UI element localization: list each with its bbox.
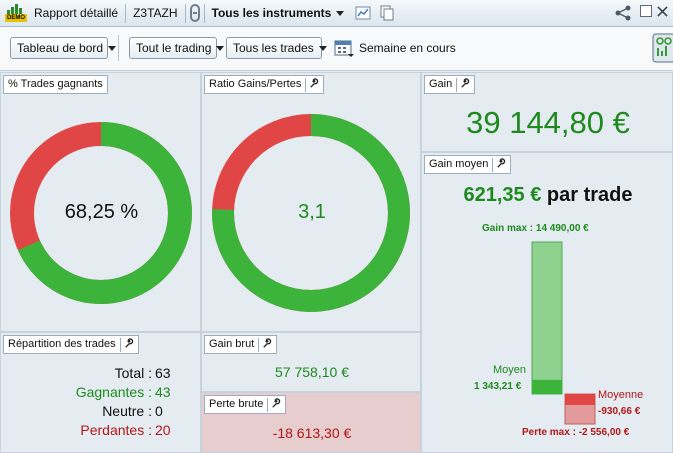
avg-gain-title-label: Gain moyen — [429, 158, 489, 170]
dashboard-dropdown[interactable]: Tableau de bord — [10, 37, 117, 59]
avg-loss-label: Moyenne — [598, 389, 644, 401]
gross-loss-panel: Perte brute -18 613,30 € — [201, 392, 421, 453]
total-label: Total : — [114, 365, 152, 381]
wrench-icon[interactable] — [119, 337, 134, 352]
close-button[interactable] — [657, 6, 668, 17]
gain-title: Gain — [424, 75, 476, 94]
winning-value: 43 — [155, 384, 171, 400]
average-gain-bar-chart — [531, 241, 596, 425]
distribution-title: Répartition des trades — [3, 335, 139, 354]
wrench-icon[interactable] — [456, 77, 470, 92]
chart-image-icon[interactable] — [355, 5, 371, 21]
chevron-down-icon — [336, 11, 345, 17]
winning-label: Gagnantes : — [75, 384, 152, 400]
average-win-bar — [532, 379, 562, 394]
report-settings-icon[interactable] — [652, 32, 673, 64]
share-icon[interactable] — [614, 4, 632, 22]
gain-value: 39 144,80 € — [466, 105, 630, 140]
neutral-label: Neutre : — [102, 403, 152, 419]
demo-badge-label: DEMO — [5, 14, 27, 22]
trading-filter-dropdown[interactable]: Tout le trading — [129, 37, 225, 59]
win-rate-title: % Trades gagnants — [3, 75, 108, 94]
maximize-button[interactable] — [640, 5, 652, 17]
distribution-title-label: Répartition des trades — [8, 338, 116, 350]
dashboard-dropdown-label: Tableau de bord — [17, 41, 104, 55]
account-id: Z3TAZH — [133, 6, 178, 20]
average-gain-panel: Gain moyen 621,35 € par trade Gain max :… — [421, 152, 673, 453]
avg-gain-headline: 621,35 € par trade — [422, 184, 673, 207]
gross-gain-panel: Gain brut 57 758,10 € — [201, 332, 421, 392]
chevron-down-icon — [318, 46, 327, 52]
gross-gain-value: 57 758,10 € — [275, 364, 349, 380]
separator — [184, 3, 186, 23]
ratio-value: 3,1 — [298, 201, 326, 223]
report-title: Rapport détaillé — [34, 6, 119, 20]
loss-max-label: Perte max : -2 556,00 € — [522, 427, 630, 438]
trades-filter-dropdown[interactable]: Tous les trades — [226, 37, 327, 59]
ratio-title: Ratio Gains/Pertes — [204, 75, 325, 94]
chevron-down-icon — [216, 46, 225, 52]
gain-max-label: Gain max : 14 490,00 € — [482, 223, 589, 234]
gain-title-label: Gain — [429, 78, 453, 90]
ratio-title-label: Ratio Gains/Pertes — [209, 78, 302, 90]
wrench-icon[interactable] — [267, 397, 281, 412]
wrench-icon[interactable] — [492, 157, 506, 172]
losing-label: Perdantes : — [80, 422, 152, 438]
gain-max-bar — [531, 241, 563, 395]
demo-badge-icon: DEMO — [5, 4, 27, 22]
link-icon[interactable] — [189, 4, 200, 22]
avg-win-label: Moyen — [493, 364, 527, 376]
calendar-icon[interactable] — [334, 38, 354, 58]
gross-gain-title: Gain brut — [204, 335, 278, 354]
instruments-selector-label: Tous les instruments — [211, 6, 332, 20]
chevron-down-icon — [108, 46, 117, 52]
gross-loss-title: Perte brute — [204, 395, 287, 414]
avg-loss-value: -930,66 € — [598, 406, 641, 417]
avg-gain-value: 621,35 € — [463, 184, 542, 206]
gross-loss-value: -18 613,30 € — [272, 425, 352, 441]
trades-filter-label: Tous les trades — [233, 41, 314, 55]
win-rate-title-label: % Trades gagnants — [8, 78, 103, 90]
gross-loss-title-label: Perte brute — [209, 398, 264, 410]
trade-distribution-panel: Répartition des trades Total : 63 Gagnan… — [0, 332, 201, 453]
total-value: 63 — [155, 365, 171, 381]
wrench-icon[interactable] — [258, 337, 272, 352]
win-rate-value: 68,25 % — [64, 201, 139, 223]
period-label[interactable]: Semaine en cours — [359, 41, 456, 55]
win-rate-panel: % Trades gagnants 68,25 % — [0, 72, 201, 332]
avg-gain-suffix: par trade — [546, 184, 633, 206]
avg-gain-title: Gain moyen — [424, 155, 512, 174]
title-bar: DEMO Rapport détaillé Z3TAZH Tous les in… — [0, 0, 673, 27]
copy-icon[interactable] — [379, 5, 395, 21]
average-loss-bar — [565, 394, 595, 405]
wrench-icon[interactable] — [305, 77, 319, 92]
toolbar-separator — [118, 35, 119, 61]
win-loss-ratio-panel: Ratio Gains/Pertes 3,1 — [201, 72, 421, 332]
gain-panel: Gain 39 144,80 € — [421, 72, 673, 152]
toolbar: Tableau de bord Tout le trading Tous les… — [0, 27, 673, 71]
gross-gain-title-label: Gain brut — [209, 338, 255, 350]
losing-value: 20 — [155, 422, 171, 438]
avg-win-value: 1 343,21 € — [474, 381, 522, 392]
instruments-selector[interactable]: Tous les instruments — [205, 6, 352, 20]
trading-filter-label: Tout le trading — [136, 41, 212, 55]
neutral-value: 0 — [155, 403, 163, 419]
